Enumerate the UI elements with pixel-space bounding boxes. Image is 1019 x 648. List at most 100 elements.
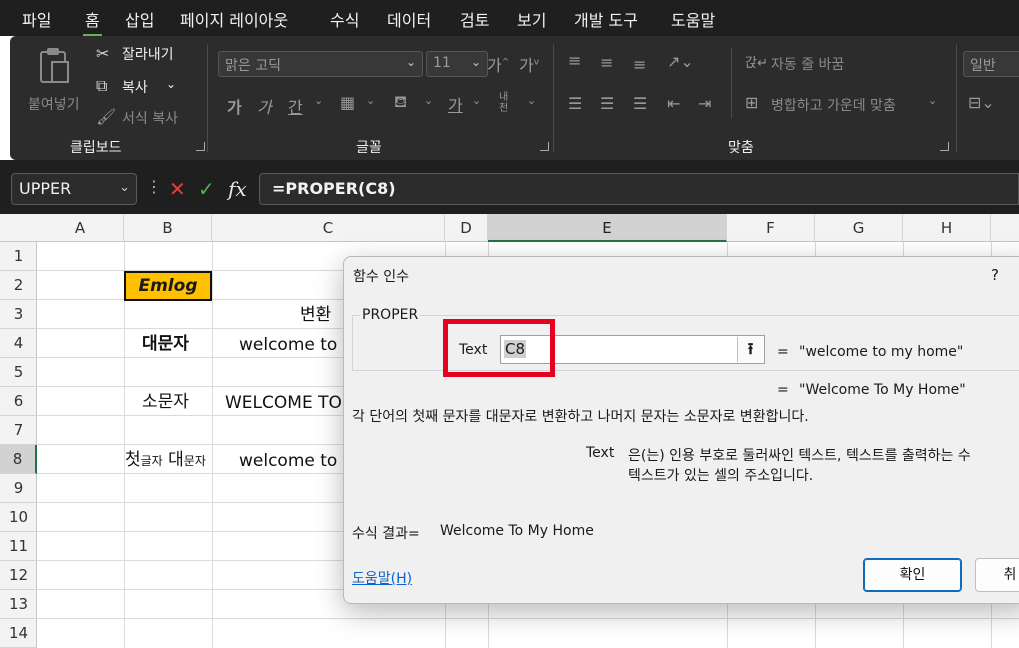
- align-left-icon[interactable]: ☰: [568, 94, 582, 113]
- align-right-icon[interactable]: ☰: [633, 94, 647, 113]
- chevron-down-icon: ⌄: [405, 55, 416, 69]
- b8-text-large: 첫: [125, 450, 141, 470]
- border-icon[interactable]: ▦: [340, 93, 355, 112]
- row-header-11[interactable]: 11: [0, 532, 37, 561]
- font-launcher-icon[interactable]: [540, 142, 549, 151]
- align-middle-icon[interactable]: ≡: [600, 53, 613, 72]
- cell-c3[interactable]: 변환: [300, 301, 331, 330]
- collapse-reference-icon[interactable]: ⭱: [737, 337, 763, 362]
- alignment-launcher-icon[interactable]: [940, 142, 949, 151]
- tab-home[interactable]: 홈: [83, 7, 102, 37]
- function-result-preview: "Welcome To My Home": [799, 382, 966, 398]
- tab-review[interactable]: 검토: [460, 7, 489, 31]
- ribbon-separator: [956, 44, 957, 152]
- alignment-group-label: 맞춤: [728, 140, 754, 156]
- row-header-13[interactable]: 13: [0, 590, 37, 619]
- gridline: [37, 618, 1019, 619]
- cancel-icon[interactable]: ✕: [169, 177, 186, 201]
- formula-result-value: Welcome To My Home: [440, 523, 594, 539]
- font-name-combo[interactable]: 맑은 고딕 ⌄: [218, 51, 423, 77]
- increase-font-icon[interactable]: 가^: [487, 52, 509, 76]
- formula-input[interactable]: =PROPER(C8): [259, 173, 1019, 205]
- cell-b2-emlog[interactable]: Emlog: [124, 271, 212, 301]
- paste-button[interactable]: 붙여넣기: [22, 44, 82, 124]
- copy-chevron-icon[interactable]: ⌄: [166, 77, 176, 91]
- enter-icon[interactable]: ✓: [198, 177, 215, 201]
- chevron-down-icon[interactable]: ⌄: [314, 94, 323, 107]
- fill-color-icon[interactable]: ⛾: [394, 92, 407, 113]
- highlight-annotation-box: [443, 319, 555, 377]
- chevron-down-icon[interactable]: ⌄: [424, 94, 433, 107]
- column-header-e[interactable]: E: [488, 214, 727, 242]
- column-header-d[interactable]: D: [445, 214, 488, 242]
- column-header-next[interactable]: [991, 214, 1019, 242]
- underline-button[interactable]: 간: [288, 94, 303, 118]
- cell-c8[interactable]: welcome to: [239, 447, 337, 476]
- row-header-12[interactable]: 12: [0, 561, 37, 590]
- more-dots-icon[interactable]: ⋮: [146, 177, 162, 196]
- row-header-4[interactable]: 4: [0, 329, 37, 358]
- decrease-indent-icon[interactable]: ⇤: [667, 94, 680, 113]
- tab-data[interactable]: 데이터: [387, 7, 431, 31]
- merge-center-icon: ⊞: [745, 93, 759, 112]
- font-size-combo[interactable]: 11 ⌄: [426, 51, 488, 77]
- column-header-c[interactable]: C: [212, 214, 445, 242]
- chevron-down-icon[interactable]: ⌄: [366, 94, 375, 107]
- chevron-down-icon[interactable]: ⌄: [527, 94, 536, 107]
- align-center-icon[interactable]: ☰: [600, 94, 614, 113]
- italic-button[interactable]: 가: [257, 94, 272, 118]
- merge-center-button[interactable]: 병합하고 가운데 맞춤: [771, 95, 896, 115]
- clipboard-launcher-icon[interactable]: [196, 142, 205, 151]
- cell-b6[interactable]: 소문자: [142, 388, 189, 417]
- chevron-down-icon[interactable]: ⌄: [472, 94, 481, 107]
- copy-button[interactable]: 복사: [122, 77, 148, 97]
- align-top-icon[interactable]: ≡: [568, 51, 581, 70]
- row-header-9[interactable]: 9: [0, 474, 37, 503]
- tab-help[interactable]: 도움말: [671, 7, 715, 31]
- column-header-f[interactable]: F: [727, 214, 815, 242]
- cut-button[interactable]: 잘라내기: [122, 44, 174, 64]
- row-header-14[interactable]: 14: [0, 619, 37, 648]
- orientation-icon[interactable]: ↗⌄: [667, 52, 694, 71]
- row-header-7[interactable]: 7: [0, 416, 37, 445]
- chevron-down-icon[interactable]: ⌄: [928, 94, 937, 107]
- tab-file[interactable]: 파일: [22, 7, 51, 31]
- help-question-icon[interactable]: ?: [991, 266, 999, 284]
- cancel-button[interactable]: 취: [975, 558, 1019, 592]
- help-link[interactable]: 도움말(H): [352, 568, 412, 588]
- ribbon: 붙여넣기 ✂ 잘라내기 ⧉ 복사 ⌄ 🖌 서식 복사 클립보드 맑은 고딕 ⌄ …: [10, 36, 1019, 160]
- row-header-1[interactable]: 1: [0, 242, 37, 271]
- cell-c6[interactable]: WELCOME TO: [225, 389, 342, 418]
- row-header-6[interactable]: 6: [0, 387, 37, 416]
- column-header-h[interactable]: H: [903, 214, 991, 242]
- tab-developer[interactable]: 개발 도구: [574, 7, 638, 31]
- tab-formulas[interactable]: 수식: [330, 7, 359, 31]
- tab-view[interactable]: 보기: [517, 7, 546, 31]
- tab-insert[interactable]: 삽입: [125, 7, 154, 31]
- row-header-8[interactable]: 8: [0, 445, 37, 474]
- tab-page-layout[interactable]: 페이지 레이아웃: [180, 7, 288, 31]
- cell-b4[interactable]: 대문자: [142, 330, 189, 359]
- currency-icon[interactable]: ⊟⌄: [968, 93, 995, 112]
- wrap-text-button[interactable]: 자동 줄 바꿈: [771, 54, 844, 74]
- row-header-2[interactable]: 2: [0, 271, 37, 300]
- row-header-10[interactable]: 10: [0, 503, 37, 532]
- fx-icon[interactable]: fx: [228, 177, 247, 201]
- phonetic-button[interactable]: 내천: [499, 92, 515, 114]
- increase-indent-icon[interactable]: ⇥: [698, 94, 711, 113]
- column-header-g[interactable]: G: [815, 214, 903, 242]
- number-format-combo[interactable]: 일반: [963, 51, 1019, 77]
- column-header-b[interactable]: B: [124, 214, 212, 242]
- row-header-3[interactable]: 3: [0, 300, 37, 329]
- cell-b8[interactable]: 첫글자 대문자: [125, 446, 206, 475]
- ok-button[interactable]: 확인: [863, 558, 962, 592]
- decrease-font-icon[interactable]: 가v: [519, 52, 539, 76]
- font-color-button[interactable]: 가: [448, 92, 463, 116]
- align-bottom-icon[interactable]: ≡: [633, 55, 646, 74]
- column-header-a[interactable]: A: [37, 214, 124, 242]
- format-painter-button[interactable]: 서식 복사: [122, 108, 178, 128]
- row-header-5[interactable]: 5: [0, 358, 37, 387]
- cell-c4[interactable]: welcome to: [239, 331, 337, 360]
- name-box[interactable]: UPPER ⌄: [11, 173, 137, 205]
- bold-button[interactable]: 가: [227, 94, 242, 118]
